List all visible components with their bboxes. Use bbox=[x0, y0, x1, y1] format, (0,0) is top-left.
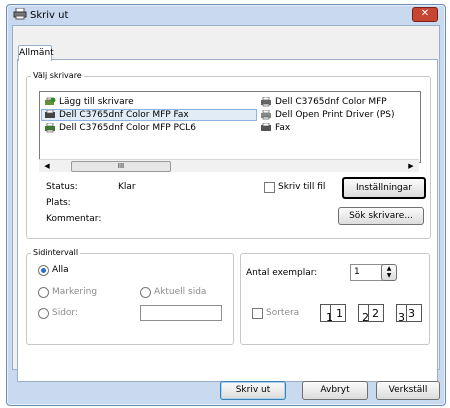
print-button[interactable]: Skriv ut bbox=[220, 381, 286, 400]
page-stack-3: 3 3 bbox=[396, 300, 424, 324]
printer-name: Dell C3765dnf Color MFP PCL6 bbox=[59, 123, 197, 133]
list-item[interactable]: Fax bbox=[260, 122, 291, 133]
window-title: Skriv ut bbox=[30, 9, 69, 21]
printer-name: Dell Open Print Driver (PS) bbox=[275, 110, 395, 120]
tab-general[interactable]: Allmänt bbox=[18, 45, 54, 61]
page-number: 2 bbox=[362, 311, 369, 324]
page-number: 2 bbox=[372, 307, 379, 320]
settings-button[interactable]: Inställningar bbox=[342, 177, 426, 199]
print-to-file-checkbox[interactable]: Skriv till fil bbox=[264, 181, 326, 193]
stepper-up-icon[interactable]: ▲ bbox=[382, 265, 396, 272]
fax-icon bbox=[44, 109, 56, 120]
printer-icon bbox=[260, 109, 272, 120]
radio-button[interactable] bbox=[140, 287, 151, 298]
page-number: 3 bbox=[398, 311, 405, 324]
collate-label: Sortera bbox=[266, 307, 300, 318]
copies-stepper[interactable]: ▲ ▼ bbox=[381, 264, 397, 281]
scroll-left-button[interactable]: ◀ bbox=[41, 160, 53, 172]
status-value: Klar bbox=[118, 182, 136, 192]
radio-pages-label: Sidor: bbox=[52, 307, 79, 318]
collate-checkbox[interactable]: Sortera bbox=[252, 307, 300, 319]
collate-illustration: 1 1 2 2 3 3 bbox=[320, 300, 424, 324]
page-number: 1 bbox=[326, 311, 333, 324]
printer-app-icon bbox=[13, 7, 27, 23]
page-number: 3 bbox=[408, 307, 415, 320]
location-label: Plats: bbox=[46, 198, 71, 208]
printer-name: Lägg till skrivare bbox=[59, 97, 134, 107]
printer-icon bbox=[260, 96, 272, 107]
radio-all[interactable]: Alla bbox=[38, 264, 69, 276]
radio-all-label: Alla bbox=[52, 264, 69, 275]
scrollbar-thumb[interactable]: III bbox=[71, 161, 171, 172]
list-item[interactable]: Dell C3765dnf Color MFP Fax bbox=[41, 109, 257, 121]
list-item[interactable]: Dell C3765dnf Color MFP bbox=[260, 96, 387, 107]
find-printer-button[interactable]: Sök skrivare... bbox=[338, 207, 424, 225]
radio-pages[interactable]: Sidor: bbox=[38, 307, 79, 319]
copies-input[interactable]: 1 bbox=[350, 264, 383, 281]
cancel-button[interactable]: Avbryt bbox=[302, 381, 368, 400]
radio-selection-label: Markering bbox=[52, 286, 98, 297]
fax-icon bbox=[260, 122, 272, 133]
radio-selection[interactable]: Markering bbox=[38, 286, 98, 298]
close-button[interactable]: ✕ bbox=[412, 7, 438, 22]
printer-name: Dell C3765dnf Color MFP bbox=[275, 97, 387, 107]
page-number: 1 bbox=[336, 307, 343, 320]
page-stack-2: 2 2 bbox=[358, 300, 386, 324]
add-printer-icon bbox=[44, 97, 56, 107]
scroll-right-button[interactable]: ▶ bbox=[405, 160, 417, 172]
radio-current-page-label: Aktuell sida bbox=[154, 286, 207, 297]
list-item[interactable]: Lägg till skrivare bbox=[44, 97, 134, 107]
checkbox-box[interactable] bbox=[264, 182, 275, 193]
radio-button[interactable] bbox=[38, 265, 49, 276]
list-item[interactable]: Dell Open Print Driver (PS) bbox=[260, 109, 395, 120]
printer-icon bbox=[44, 122, 56, 133]
print-to-file-label: Skriv till fil bbox=[278, 181, 326, 192]
stepper-down-icon[interactable]: ▼ bbox=[382, 272, 396, 279]
radio-button[interactable] bbox=[38, 287, 49, 298]
page-stack-1: 1 1 bbox=[320, 300, 348, 324]
radio-current-page[interactable]: Aktuell sida bbox=[140, 286, 207, 298]
copies-label: Antal exemplar: bbox=[246, 268, 318, 278]
copies-group bbox=[240, 253, 430, 345]
checkbox-box[interactable] bbox=[252, 308, 263, 319]
list-item[interactable]: Dell C3765dnf Color MFP PCL6 bbox=[44, 122, 197, 133]
horizontal-scrollbar[interactable]: ◀ III ▶ bbox=[39, 159, 419, 172]
apply-button[interactable]: Verkställ bbox=[376, 381, 440, 400]
printer-list[interactable]: Lägg till skrivare Dell C3765dnf Color M… bbox=[39, 91, 421, 163]
select-printer-legend: Välj skrivare bbox=[31, 71, 84, 80]
radio-button[interactable] bbox=[38, 308, 49, 319]
pages-input[interactable] bbox=[140, 305, 222, 321]
comment-label: Kommentar: bbox=[46, 214, 102, 224]
page-range-legend: Sidintervall bbox=[31, 248, 81, 257]
title-bar: Skriv ut bbox=[12, 6, 68, 24]
printer-name: Fax bbox=[275, 123, 291, 133]
status-label: Status: bbox=[46, 182, 78, 192]
printer-name: Dell C3765dnf Color MFP Fax bbox=[59, 110, 189, 120]
